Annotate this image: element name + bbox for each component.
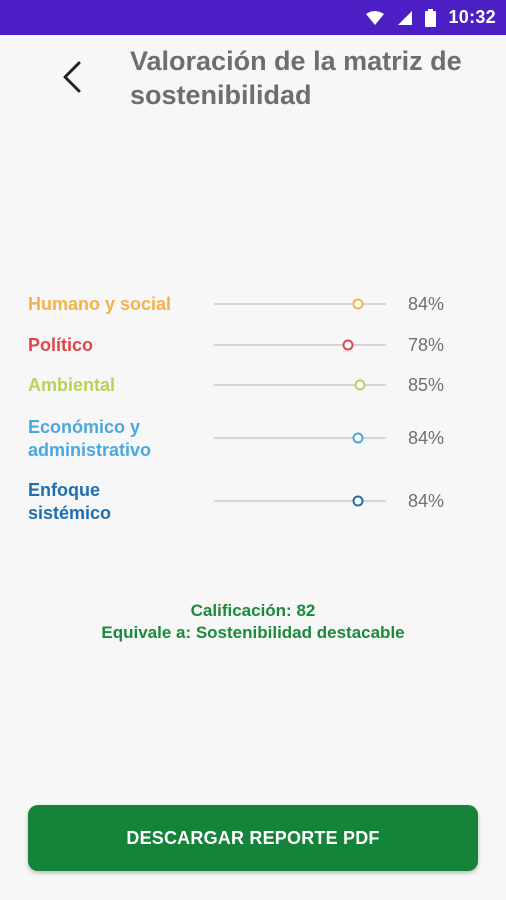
- criterion-row: Político 78%: [28, 326, 488, 366]
- result-summary: Calificación: 82 Equivale a: Sostenibili…: [0, 600, 506, 644]
- status-bar: 10:32: [0, 0, 506, 35]
- status-time: 10:32: [448, 7, 496, 27]
- slider-thumb[interactable]: [342, 339, 354, 351]
- slider-thumb[interactable]: [354, 379, 366, 391]
- criterion-label: Político: [28, 335, 94, 355]
- criterion-row: Económico y administrativo 84%: [28, 415, 488, 465]
- criterion-percent: 84%: [408, 428, 445, 448]
- slider-thumb[interactable]: [352, 495, 364, 507]
- criterion-percent: 84%: [408, 491, 445, 511]
- battery-icon: [425, 8, 437, 27]
- criterion-row: Ambiental 85%: [28, 366, 488, 406]
- page-title: Valoración de la matriz de sostenibilida…: [130, 46, 462, 110]
- slider-track: [214, 379, 386, 391]
- slider-track: [214, 339, 386, 351]
- chevron-left-icon: [63, 61, 81, 93]
- download-pdf-button-label: DESCARGAR REPORTE PDF: [126, 827, 380, 848]
- criterion-percent: 85%: [408, 375, 445, 395]
- slider-track: [214, 432, 386, 444]
- criterion-label: Ambiental: [28, 375, 116, 395]
- back-button[interactable]: [50, 55, 94, 99]
- score-text: Calificación: 82: [190, 601, 316, 620]
- slider-thumb[interactable]: [352, 298, 364, 310]
- cell-signal-icon: [397, 10, 413, 26]
- slider-thumb[interactable]: [352, 432, 364, 444]
- criterion-label: Económico y administrativo: [28, 417, 152, 460]
- criterion-percent: 78%: [408, 335, 445, 355]
- slider-track: [214, 298, 386, 310]
- criterion-label: Humano y social: [28, 294, 172, 314]
- criterion-percent: 84%: [408, 294, 445, 314]
- download-pdf-button[interactable]: DESCARGAR REPORTE PDF: [28, 805, 478, 871]
- wifi-icon: [365, 10, 385, 26]
- criterion-row: Humano y social 84%: [28, 285, 488, 325]
- criterion-row: Enfoque sistémico 84%: [28, 478, 488, 528]
- slider-track: [214, 495, 386, 507]
- equivalence-text: Equivale a: Sostenibilidad destacable: [101, 623, 405, 642]
- criterion-label: Enfoque sistémico: [28, 480, 112, 523]
